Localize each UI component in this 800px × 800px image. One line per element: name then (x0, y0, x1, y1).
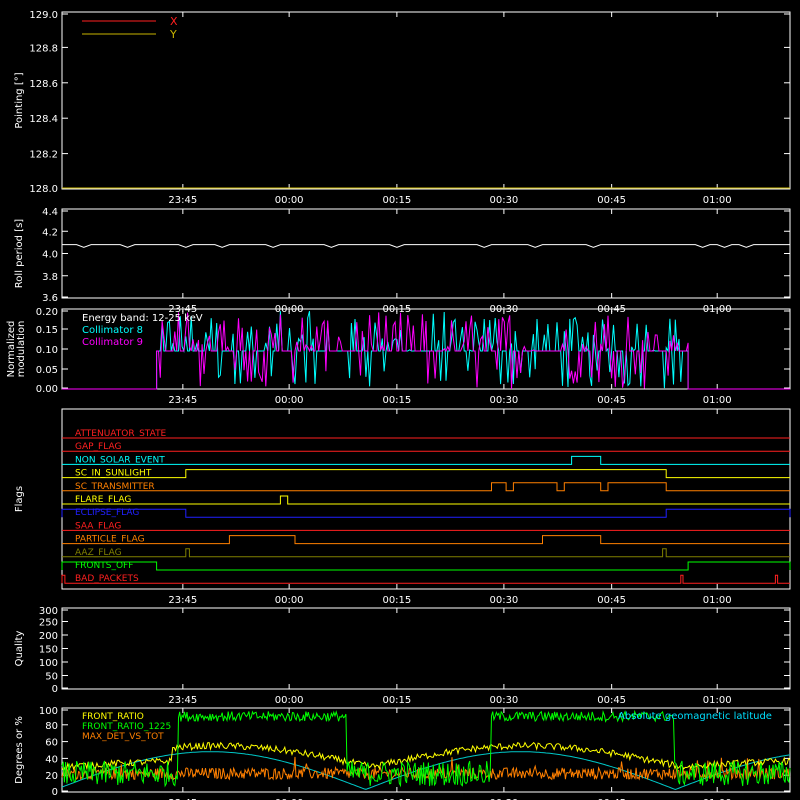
x-tick-label: 23:45 (168, 595, 197, 606)
y-tick-label: 3.8 (42, 272, 58, 283)
y-axis-label: Quality (14, 631, 25, 667)
flag-line (61, 561, 791, 571)
y-tick-label: 300 (39, 606, 58, 617)
y-tick-label: 4.4 (42, 207, 58, 218)
flag-line (62, 535, 790, 545)
x-tick-label: 00:45 (597, 395, 626, 406)
flag-line (62, 548, 790, 558)
y-tick-label: 0.15 (36, 325, 58, 336)
y-tick-label: 60 (45, 738, 58, 749)
x-tick-label: 00:00 (275, 695, 304, 706)
x-tick-label: 00:15 (382, 695, 411, 706)
legend-label: FRONT_RATIO (82, 712, 144, 722)
x-tick-label: 00:00 (275, 595, 304, 606)
multi-panel-chart: 129.0 128.8 128.6 128.4 128.2 128.0 Pointing [… (6, 10, 791, 800)
y-axis-label: modulation (16, 321, 27, 378)
x-tick-label: 00:15 (382, 595, 411, 606)
x-tick-label: 01:00 (703, 695, 732, 706)
x-tick-label: 00:30 (489, 195, 518, 206)
legend-label: Collimator 9 (82, 337, 143, 348)
y-tick-label: 20 (45, 771, 58, 782)
panel-frame (61, 208, 791, 299)
y-tick-label: 0.20 (36, 307, 58, 318)
legend-label: MAX_DET_VS_TOT (82, 732, 164, 742)
y-tick-label: 4.0 (42, 250, 58, 261)
y-tick-label: 0.10 (36, 345, 58, 356)
x-tick-label: 01:00 (703, 195, 732, 206)
x-tick-label: 23:45 (168, 695, 197, 706)
x-tick-label: 23:45 (168, 195, 197, 206)
y-tick-label: 0 (52, 787, 58, 798)
y-axis-label: Degrees or % (14, 716, 25, 784)
y-axis-label: Roll period [s] (14, 219, 25, 288)
y-axis-label: Pointing [°] (14, 72, 25, 128)
x-tick-label: 00:15 (382, 395, 411, 406)
flag-line (62, 455, 790, 465)
legend-label: FRONT_RATIO_1225 (82, 722, 171, 732)
y-tick-label: 0 (52, 684, 58, 695)
y-tick-label: 0.00 (36, 384, 58, 395)
flag-line (61, 508, 791, 518)
x-tick-label: 00:30 (489, 695, 518, 706)
y-tick-label: 3.6 (42, 293, 58, 304)
flag-line (62, 495, 790, 505)
y-tick-label: 128.8 (29, 43, 58, 54)
panel-frame (61, 408, 791, 590)
x-tick-label: 00:45 (597, 695, 626, 706)
y-tick-label: 40 (45, 754, 58, 765)
flag-line (62, 482, 790, 492)
y-tick-label: 80 (45, 721, 58, 732)
y-tick-label: 128.2 (29, 150, 58, 161)
energy-band-annotation: Energy band: 12-25 keV (82, 313, 203, 324)
legend-label: Collimator 8 (82, 325, 143, 336)
x-tick-label: 00:00 (275, 195, 304, 206)
flag-line (62, 469, 790, 479)
y-tick-label: 50 (45, 672, 58, 683)
legend-label: Y (169, 28, 177, 41)
y-tick-label: 100 (39, 706, 58, 717)
y-tick-label: 128.0 (29, 184, 58, 195)
x-tick-label: 00:30 (489, 595, 518, 606)
x-tick-label: 00:30 (489, 395, 518, 406)
roll-period-line (62, 244, 790, 248)
y-tick-label: 129.0 (29, 10, 58, 21)
x-tick-label: 00:00 (275, 395, 304, 406)
y-tick-label: 4.2 (42, 227, 58, 238)
y-tick-label: 250 (39, 618, 58, 629)
x-tick-label: 00:15 (382, 195, 411, 206)
y-tick-label: 100 (39, 658, 58, 669)
panel-frame (61, 607, 791, 690)
x-tick-label: 00:45 (597, 595, 626, 606)
y-tick-label: 150 (39, 645, 58, 656)
x-tick-label: 01:00 (703, 595, 732, 606)
latitude-label: Absolute geomagnetic latitude (618, 711, 772, 722)
y-tick-label: 0.05 (36, 365, 58, 376)
legend-label: X (170, 15, 178, 28)
flag-line (61, 574, 790, 584)
x-tick-label: 01:00 (703, 395, 732, 406)
y-tick-label: 128.4 (29, 114, 58, 125)
y-tick-label: 200 (39, 631, 58, 642)
y-axis-label: Flags (14, 486, 25, 512)
y-tick-label: 128.6 (29, 79, 58, 90)
x-tick-label: 00:45 (597, 195, 626, 206)
x-tick-label: 23:45 (168, 395, 197, 406)
